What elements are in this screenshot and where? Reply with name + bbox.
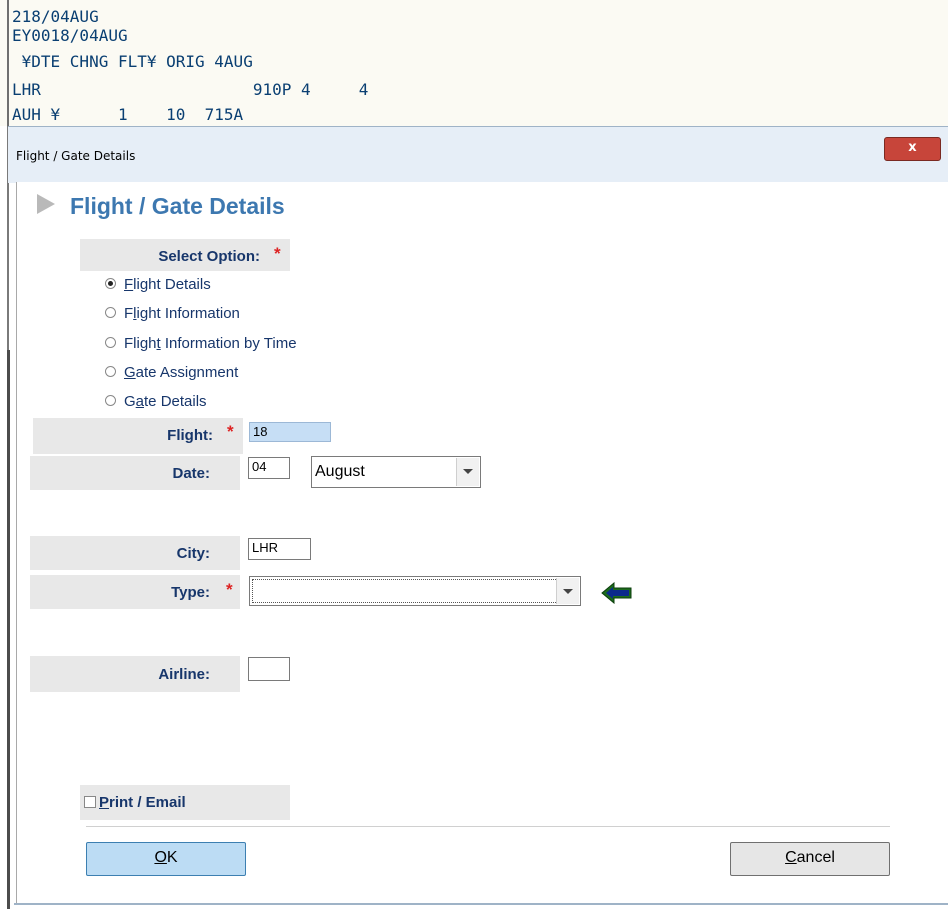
airline-input[interactable]: [248, 657, 290, 681]
divider: [86, 826, 890, 827]
print-email-checkbox[interactable]: [84, 796, 96, 808]
radio-button[interactable]: [105, 277, 116, 289]
window-titlebar[interactable]: [8, 126, 948, 183]
terminal-line: EY0018/04AUG: [12, 26, 128, 45]
city-input[interactable]: LHR: [248, 538, 311, 560]
window-frame-bottom: [14, 903, 948, 905]
type-select[interactable]: [249, 576, 581, 606]
date-month-select[interactable]: August: [311, 456, 481, 488]
flight-input[interactable]: 18: [249, 422, 331, 442]
back-arrow-icon[interactable]: [600, 582, 634, 604]
select-option-label: Select Option:: [158, 248, 260, 265]
close-icon: x: [908, 140, 917, 155]
terminal-line: AUH ¥ 1 10 715A: [12, 105, 244, 124]
radio-gate-assignment[interactable]: Gate Assignment: [105, 364, 238, 381]
date-day-input[interactable]: 04: [248, 457, 290, 479]
chevron-down-icon[interactable]: [556, 578, 579, 604]
radio-flight-information[interactable]: Flight Information: [105, 305, 240, 322]
city-label: City:: [176, 545, 210, 562]
radio-flight-details[interactable]: Flight Details: [105, 276, 211, 293]
window-frame-shadow: [7, 350, 10, 909]
radio-button[interactable]: [105, 306, 116, 318]
radio-flight-information-by-time[interactable]: Flight Information by Time: [105, 335, 297, 352]
required-mark: *: [274, 244, 281, 263]
radio-gate-details[interactable]: Gate Details: [105, 393, 207, 410]
heading-arrow-icon: [37, 194, 55, 214]
radio-button[interactable]: [105, 394, 116, 406]
page-title: Flight / Gate Details: [70, 193, 285, 219]
chevron-down-icon[interactable]: [456, 458, 479, 486]
terminal-line: ¥DTE CHNG FLT¥ ORIG 4AUG: [12, 52, 253, 71]
type-label: Type:: [171, 584, 210, 601]
required-mark: *: [227, 422, 234, 441]
airline-label: Airline:: [158, 666, 210, 683]
radio-button[interactable]: [105, 365, 116, 377]
required-mark: *: [226, 580, 233, 599]
cancel-button[interactable]: Cancel: [730, 842, 890, 876]
date-label: Date:: [172, 465, 210, 482]
terminal-line: 218/04AUG: [12, 7, 99, 26]
ok-button[interactable]: OK: [86, 842, 246, 876]
terminal-output: 218/04AUG EY0018/04AUG ¥DTE CHNG FLT¥ OR…: [0, 0, 948, 126]
close-button[interactable]: x: [884, 137, 941, 161]
terminal-line: LHR 910P 4 4: [12, 80, 369, 99]
flight-label: Flight:: [167, 427, 213, 444]
terminal-edge: [7, 0, 9, 126]
radio-button[interactable]: [105, 336, 116, 348]
print-email-label[interactable]: Print / Email: [99, 794, 186, 811]
window-title: Flight / Gate Details: [16, 149, 136, 163]
